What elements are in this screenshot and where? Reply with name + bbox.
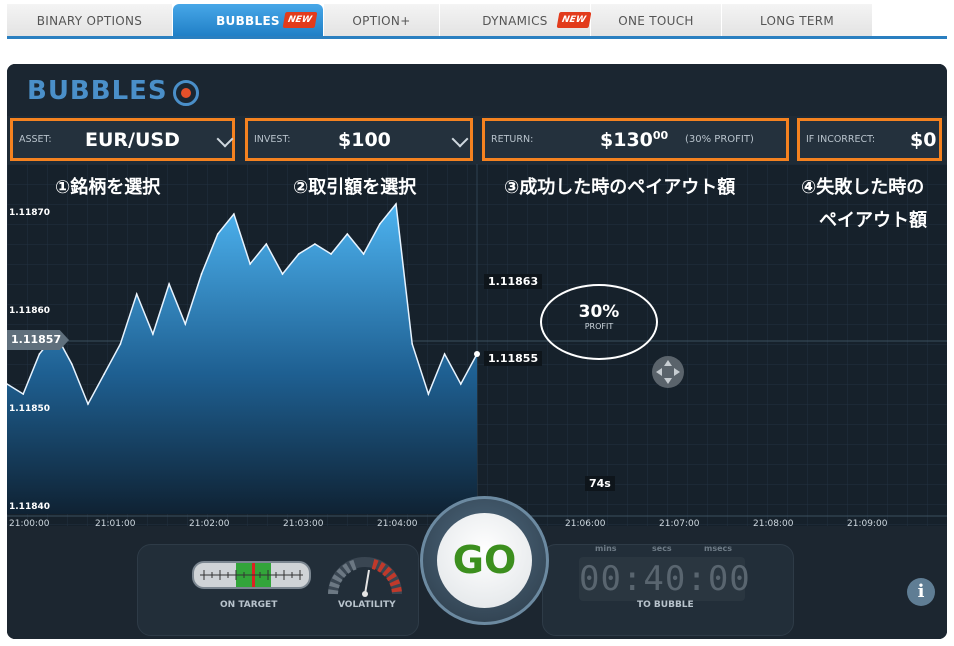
annotation-4-line2: ペイアウト額 [819,210,927,231]
price-point [152,333,154,335]
tab-binary-options[interactable]: BINARY OPTIONS [7,4,172,38]
unit-msecs: msecs [704,544,733,553]
invest-value: $100 [338,129,391,151]
price-point [87,403,89,405]
price-point [249,263,251,265]
tab-label: DYNAMICS [482,14,548,28]
price-point [330,253,332,255]
annotation-1: ①銘柄を選択 [55,177,161,198]
tab-underline [7,36,947,39]
return-label: RETURN: [491,134,534,145]
tab-option-plus[interactable]: OPTION+ [324,4,439,38]
tab-one-touch[interactable]: ONE TOUCH [591,4,721,38]
return-display: RETURN: $13000 (30% PROFIT) [482,118,789,161]
product-tab-bar: BINARY OPTIONS BUBBLES NEW OPTION+ DYNAM… [7,4,947,38]
tab-label: LONG TERM [759,14,835,28]
price-point [281,273,284,275]
y-tick-label: 1.11850 [9,404,50,414]
upper-target-tag: 1.11863 [484,274,543,289]
annotation-4-line1: ④失敗した時の [801,177,925,198]
widget-header: BUBBLES [7,64,947,116]
annotation-2: ②取引額を選択 [293,177,417,198]
price-point [265,243,268,245]
price-point [135,293,138,295]
price-point [460,383,462,385]
unit-mins: mins [595,544,617,553]
price-point [395,203,397,205]
lower-target-tag: 1.11855 [484,351,543,366]
control-bar: ASSET: EUR/USD INVEST: $100 RETURN: $130… [7,116,947,164]
price-point [71,363,73,365]
tab-long-term[interactable]: LONG TERM [722,4,872,38]
price-point [297,253,300,255]
chevron-down-icon [451,130,469,148]
on-target-meter [192,561,311,589]
price-point [346,233,349,235]
expiry-timer: 74s [585,476,615,491]
volatility-gauge-icon [328,557,402,597]
move-handle-icon[interactable] [652,356,684,388]
incorrect-value: $0 [910,129,937,151]
price-point [474,351,480,357]
price-point [216,233,219,235]
new-badge: NEW [556,12,592,28]
y-tick-label: 1.11840 [9,502,50,512]
return-cents: 00 [652,129,669,142]
go-label: GO [437,513,532,608]
info-icon[interactable]: i [907,578,935,606]
price-point [427,393,430,395]
price-point [443,353,446,355]
price-point [38,353,41,355]
tab-label: BUBBLES [216,14,280,28]
volatility-label: VOLATILITY [338,600,396,610]
price-point [314,243,316,245]
price-point [184,323,187,325]
bubbles-logo: BUBBLES [27,76,168,106]
profit-note: (30% PROFIT) [685,134,754,145]
price-point [22,393,24,395]
y-tick-label: 1.11860 [9,306,50,316]
target-logo-icon [173,80,199,106]
chevron-down-icon [216,130,234,148]
incorrect-label: IF INCORRECT: [806,134,876,145]
price-point [200,273,203,275]
invest-label: INVEST: [254,134,291,145]
to-bubble-label: TO BUBBLE [637,600,694,610]
price-point [233,213,235,215]
profit-bubble[interactable]: 30% PROFIT [540,284,658,360]
price-point [103,373,105,375]
go-button[interactable]: GO [420,496,549,625]
annotation-3: ③成功した時のペイアウト額 [504,177,736,198]
bubbles-widget: BUBBLES ASSET: EUR/USD INVEST: $100 RETU… [7,64,947,639]
price-point [119,343,122,345]
unit-secs: secs [652,544,672,553]
y-tick-label: 1.11870 [9,208,50,218]
profit-percent: 30% [578,302,620,322]
price-point [168,283,170,285]
tab-label: ONE TOUCH [618,14,694,28]
asset-label: ASSET: [19,134,52,145]
tab-label: OPTION+ [352,14,411,28]
asset-select[interactable]: ASSET: EUR/USD [10,118,235,161]
on-target-label: ON TARGET [220,600,278,610]
return-amount: $130 [600,129,653,151]
price-point [362,253,365,255]
invest-select[interactable]: INVEST: $100 [245,118,473,161]
price-point [411,343,414,345]
price-point [379,223,381,225]
tab-label: BINARY OPTIONS [36,14,143,28]
current-price-tag: 1.11857 [7,330,69,350]
new-badge: NEW [282,12,318,28]
return-value: $13000 [600,129,668,151]
countdown-display: 00:40:00 [579,557,751,601]
price-chart [7,164,947,529]
profit-label: PROFIT [584,322,614,331]
asset-value: EUR/USD [85,129,180,151]
incorrect-display: IF INCORRECT: $0 [797,118,942,161]
